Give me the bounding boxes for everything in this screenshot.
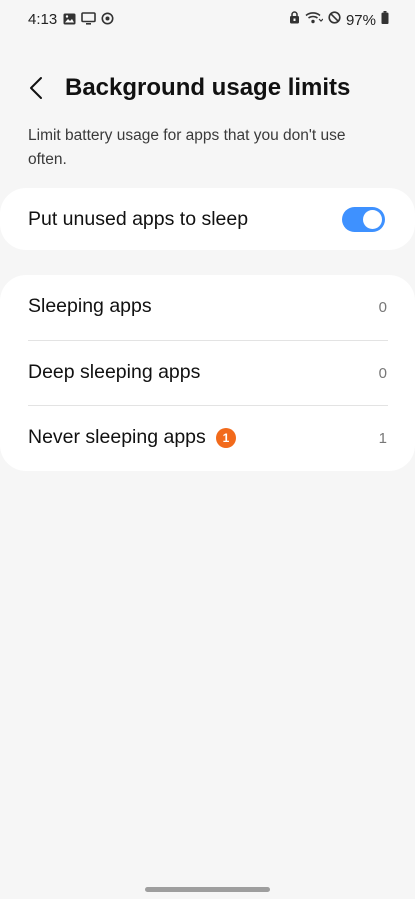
switch-knob bbox=[363, 210, 382, 229]
list-item-count: 0 bbox=[378, 299, 387, 316]
list-item-deep-sleeping-apps[interactable]: Deep sleeping apps 0 bbox=[0, 341, 415, 406]
notification-badge: 1 bbox=[216, 428, 236, 448]
list-item-label: Sleeping apps bbox=[28, 295, 152, 317]
sleeping-apps-list: Sleeping apps 0 Deep sleeping apps 0 Nev… bbox=[0, 275, 415, 471]
list-item-label: Never sleeping apps bbox=[28, 426, 206, 448]
chevron-left-icon bbox=[29, 76, 43, 105]
list-item-label: Deep sleeping apps bbox=[28, 361, 201, 383]
sleep-toggle-card[interactable]: Put unused apps to sleep bbox=[0, 188, 415, 250]
list-item-never-sleeping-apps[interactable]: Never sleeping apps 1 1 bbox=[0, 406, 415, 471]
sync-icon bbox=[101, 12, 114, 30]
status-time: 4:13 bbox=[28, 11, 58, 28]
status-bar: 4:13 97% bbox=[0, 0, 415, 40]
page-title: Background usage limits bbox=[65, 74, 351, 101]
list-item-sleeping-apps[interactable]: Sleeping apps 0 bbox=[0, 275, 415, 340]
app-header: Background usage limits bbox=[0, 64, 415, 112]
battery-percentage: 97% bbox=[345, 11, 376, 29]
list-item-count: 1 bbox=[378, 430, 387, 447]
do-not-disturb-icon bbox=[328, 11, 341, 29]
image-icon bbox=[63, 12, 76, 30]
battery-icon bbox=[381, 11, 389, 29]
wifi-icon bbox=[305, 11, 324, 29]
lock-icon bbox=[289, 11, 300, 29]
sleep-toggle-switch[interactable] bbox=[342, 207, 385, 232]
sleep-toggle-label: Put unused apps to sleep bbox=[28, 208, 249, 230]
status-left-icons bbox=[63, 12, 114, 30]
page-description: Limit battery usage for apps that you do… bbox=[28, 127, 346, 168]
status-right-icons: 97% bbox=[289, 11, 389, 29]
back-button[interactable] bbox=[18, 72, 54, 108]
list-item-count: 0 bbox=[378, 365, 387, 382]
screen-icon bbox=[81, 12, 96, 30]
home-indicator[interactable] bbox=[145, 887, 270, 892]
